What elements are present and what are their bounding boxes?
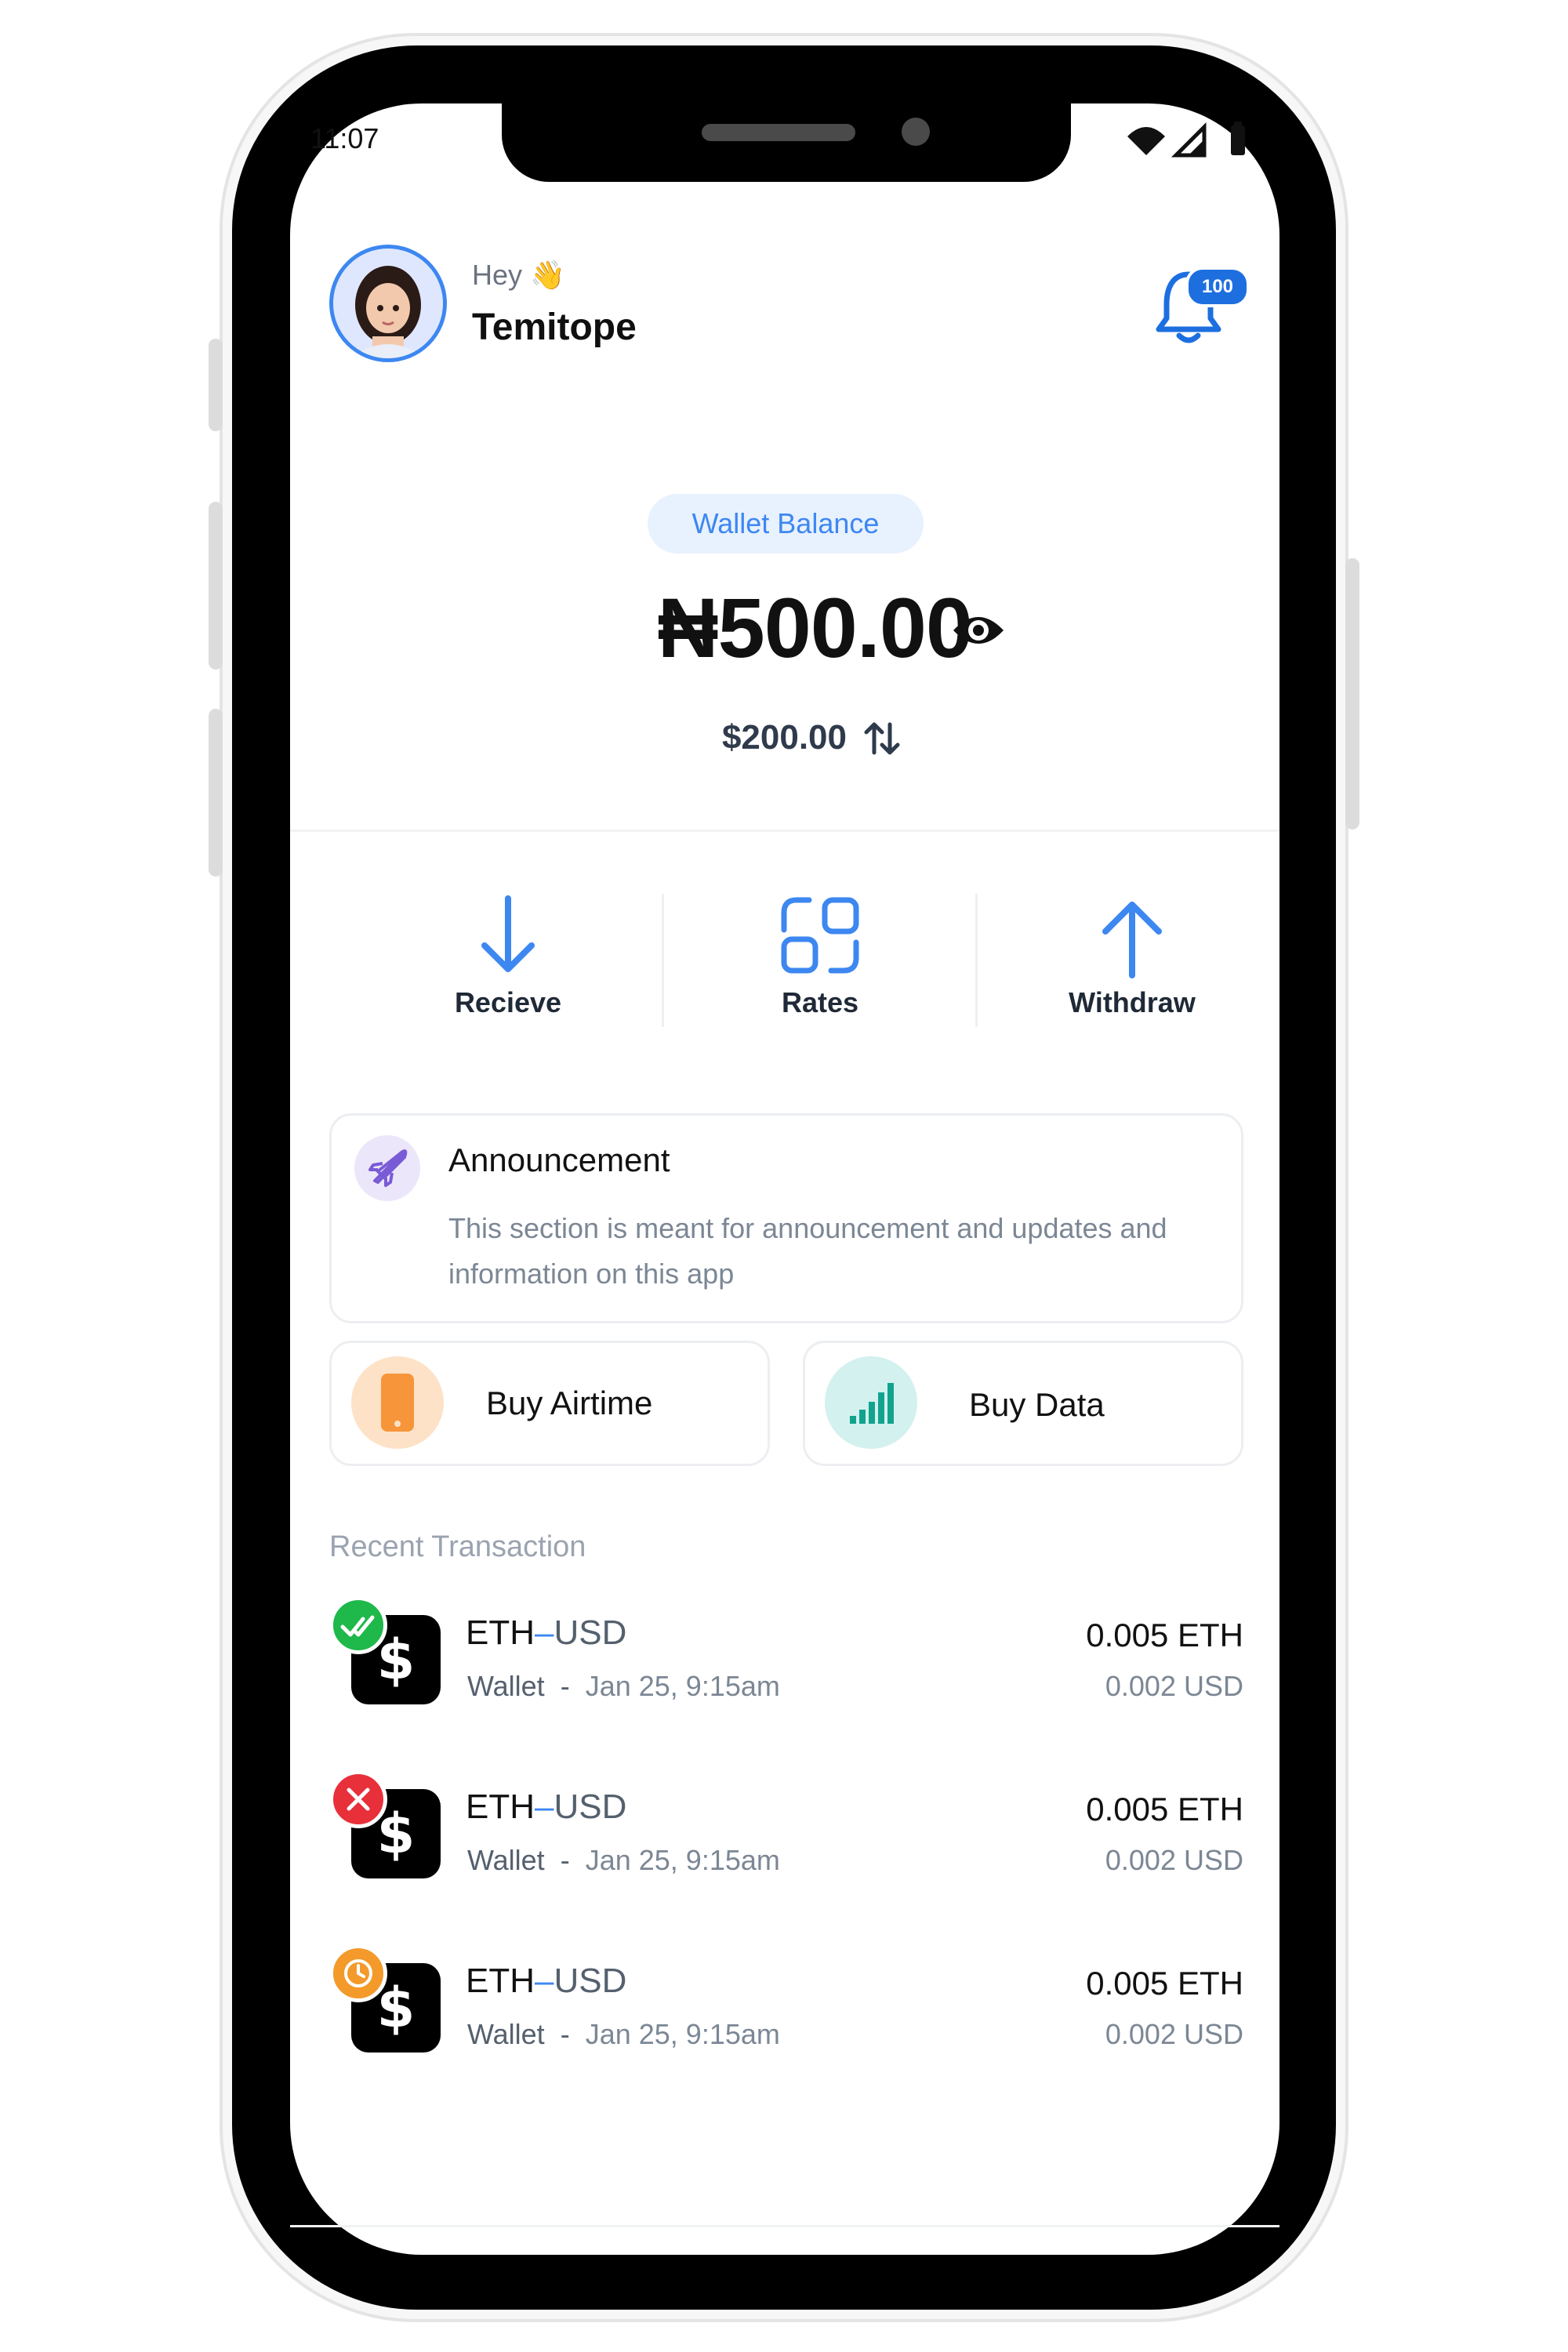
- pair-base: ETH: [466, 1613, 535, 1652]
- pair-base: ETH: [466, 1962, 535, 2000]
- recent-transaction-title: Recent Transaction: [329, 1530, 586, 1563]
- transaction-amount: 0.005 ETH: [1086, 1965, 1243, 2002]
- transaction-sub-amount: 0.002 USD: [1105, 1844, 1243, 1876]
- avatar[interactable]: [329, 245, 447, 362]
- receive-label: Recieve: [454, 986, 562, 1018]
- status-icons: [1127, 122, 1245, 158]
- announcement-title: Announcement: [448, 1142, 670, 1178]
- transaction-pair: ETH–USD: [466, 1788, 626, 1827]
- transaction-source: Wallet: [467, 2018, 545, 2050]
- pending-clock-icon: [329, 1944, 387, 2002]
- data-icon-bg: [825, 1356, 917, 1449]
- action-separator: [975, 894, 978, 1027]
- transaction-meta: Wallet - Jan 25, 9:15am: [467, 2018, 780, 2051]
- bottom-nav-divider: [290, 2225, 1279, 2227]
- notch: [502, 103, 1071, 182]
- pair-separator: –: [535, 1613, 554, 1652]
- transaction-row[interactable]: [329, 1940, 1243, 2073]
- transaction-source: Wallet: [467, 1670, 545, 1702]
- announcement-icon-bg: [354, 1135, 420, 1201]
- mute-switch: [209, 339, 223, 431]
- pair-separator: –: [535, 1788, 554, 1826]
- section-divider: [290, 829, 1279, 832]
- usd-amount: $200.00: [721, 718, 847, 757]
- rates-button[interactable]: Rates: [702, 894, 938, 1051]
- transaction-date: Jan 25, 9:15am: [585, 1670, 780, 1702]
- buy-data-label: Buy Data: [969, 1386, 1105, 1423]
- swap-arrows-icon[interactable]: [862, 718, 902, 759]
- meta-separator: -: [560, 1670, 570, 1702]
- volume-up-button: [209, 502, 223, 670]
- arrow-up-icon: [1102, 902, 1162, 978]
- airtime-icon-bg: [351, 1356, 444, 1449]
- transaction-row[interactable]: [329, 1766, 1243, 1899]
- transaction-date: Jan 25, 9:15am: [585, 1844, 780, 1876]
- transaction-row[interactable]: [329, 1592, 1243, 1725]
- wifi-icon: [1127, 127, 1165, 155]
- transaction-pair: ETH–USD: [466, 1613, 626, 1653]
- meta-separator: -: [560, 1844, 570, 1876]
- transaction-sub-amount: 0.002 USD: [1105, 1670, 1243, 1702]
- transaction-amount: 0.005 ETH: [1086, 1617, 1243, 1653]
- balance-amount: ₦500.00: [657, 580, 973, 675]
- pair-separator: –: [535, 1962, 554, 2000]
- withdraw-label: Withdraw: [1069, 986, 1196, 1018]
- volume-down-button: [209, 709, 223, 877]
- greeting-text: Hey: [472, 259, 523, 291]
- speaker-grille: [702, 124, 855, 141]
- failed-x-icon: [329, 1770, 387, 1828]
- buy-airtime-label: Buy Airtime: [486, 1385, 653, 1421]
- arrow-down-icon: [481, 895, 535, 972]
- transaction-pair: ETH–USD: [466, 1962, 626, 2001]
- rates-grid-icon: [781, 897, 859, 974]
- transaction-source: Wallet: [467, 1844, 545, 1876]
- pair-quote: USD: [554, 1788, 627, 1826]
- meta-separator: -: [560, 2018, 570, 2050]
- transaction-date: Jan 25, 9:15am: [585, 2018, 780, 2050]
- signal-bars-icon: [850, 1383, 894, 1424]
- cell-signal-icon: [1171, 122, 1207, 158]
- receive-button[interactable]: Recieve: [390, 894, 626, 1051]
- withdraw-button[interactable]: Withdraw: [1014, 894, 1250, 1051]
- username: Temitope: [472, 307, 637, 348]
- transaction-amount: 0.005 ETH: [1086, 1791, 1243, 1828]
- transaction-meta: Wallet - Jan 25, 9:15am: [467, 1670, 780, 1703]
- phone-icon: [381, 1374, 414, 1432]
- pair-quote: USD: [554, 1962, 627, 2000]
- front-camera: [902, 118, 930, 146]
- transaction-meta: Wallet - Jan 25, 9:15am: [467, 1844, 780, 1877]
- wallet-balance-pill: Wallet Balance: [648, 494, 924, 554]
- rocket-icon: [368, 1149, 408, 1187]
- announcement-body: This section is meant for announcement a…: [448, 1212, 1167, 1290]
- notification-badge: 100: [1185, 267, 1250, 307]
- transaction-sub-amount: 0.002 USD: [1105, 2018, 1243, 2050]
- eye-icon[interactable]: [950, 608, 1007, 652]
- rates-label: Rates: [781, 986, 859, 1018]
- waving-hand-icon: 👋: [530, 259, 565, 291]
- status-time: 11:07: [310, 122, 379, 154]
- action-separator: [662, 894, 664, 1027]
- pair-base: ETH: [466, 1788, 535, 1826]
- avatar-memoji-icon: [333, 249, 443, 358]
- pair-quote: USD: [554, 1613, 627, 1652]
- greeting: Hey 👋: [472, 259, 565, 292]
- battery-icon: [1231, 122, 1245, 155]
- power-button: [1345, 558, 1359, 829]
- success-check-icon: [329, 1596, 387, 1654]
